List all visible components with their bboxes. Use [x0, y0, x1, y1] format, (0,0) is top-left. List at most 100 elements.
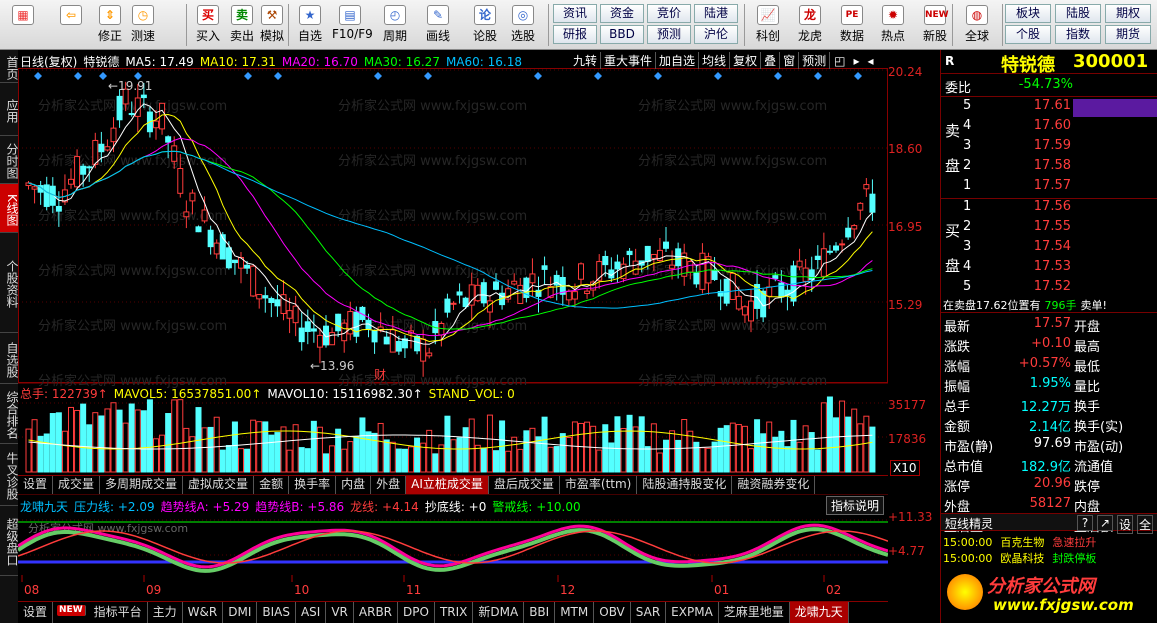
toolbar-selectstock-button[interactable]: ◎ 选股	[505, 3, 541, 47]
quick-button[interactable]: 资讯	[553, 4, 597, 23]
toolbar-arrow-left-button[interactable]: ⇦	[53, 3, 89, 47]
kline-tool[interactable]: 重大事件	[601, 52, 657, 69]
toolbar-lungu-button[interactable]: 论论股	[467, 3, 503, 47]
bid-row[interactable]: 3 17.54	[941, 239, 1157, 259]
toolbar-updown-button[interactable]: ⇕ 修正	[92, 3, 128, 47]
volume-tab[interactable]: AI立桩成交量	[406, 476, 489, 494]
quick-button[interactable]: 竞价	[647, 4, 691, 23]
toolbar-star-button[interactable]: ★ 自选	[292, 3, 328, 47]
toolbar-pe-button[interactable]: PE 数据	[832, 3, 872, 47]
elves-tool-icon[interactable]: ↗	[1097, 515, 1113, 531]
indicator-tab[interactable]: ARBR	[354, 602, 399, 623]
toolbar-grid-button[interactable]: ▦	[5, 3, 41, 47]
volume-tab[interactable]: 盘后成交量	[489, 476, 560, 494]
quick-button[interactable]: 期货	[1105, 25, 1151, 44]
elves-tool-icon[interactable]: ?	[1077, 515, 1093, 531]
toolbar-hammer-button[interactable]: ⚒ 模拟	[254, 3, 290, 47]
toolbar-buy-button[interactable]: 买买入	[190, 3, 226, 47]
ask-row[interactable]: 2 17.58	[941, 158, 1157, 178]
indicator-tab[interactable]: 新DMA	[473, 602, 525, 623]
quick-button[interactable]: 板块	[1005, 4, 1051, 23]
toolbar-clock-button[interactable]: ◷ 测速	[125, 3, 161, 47]
kline-tool[interactable]: 叠	[761, 52, 781, 69]
volume-tab[interactable]: 虚拟成交量	[183, 476, 255, 494]
chart-svg[interactable]: 分析家公式网 www.fxjgsw.com 分析家公式网 www.fxjgsw.c…	[18, 50, 888, 623]
indicator-tab[interactable]: BIAS	[257, 602, 296, 623]
indicator-tab[interactable]: EXPMA	[666, 602, 719, 623]
volume-tab[interactable]: 外盘	[371, 476, 407, 494]
kline-nav-icon[interactable]: ◰	[830, 54, 849, 68]
quick-button[interactable]: 预测	[647, 25, 691, 44]
toolbar-new-button[interactable]: NEW 新股	[915, 3, 955, 47]
indicator-tab[interactable]: 龙啸九天	[789, 602, 849, 623]
nav-8[interactable]: 超级盘口	[0, 506, 19, 576]
kline-tool[interactable]: 九转	[570, 52, 602, 69]
ask-row[interactable]: 4 17.60	[941, 118, 1157, 138]
indicator-tab[interactable]: BBI	[524, 602, 556, 623]
elves-tool-icon[interactable]: 设	[1117, 515, 1133, 534]
nav-6[interactable]: 综合排名	[0, 384, 19, 444]
nav-4[interactable]: 个股资料	[0, 233, 19, 333]
kline-tool[interactable]: 复权	[730, 52, 762, 69]
bid-row[interactable]: 2 17.55	[941, 219, 1157, 239]
elves-item[interactable]: 15:00:00 百克生物 急速拉升	[943, 534, 1096, 550]
indicator-tab[interactable]: TRIX	[435, 602, 474, 623]
kline-tool[interactable]: 窗	[780, 52, 800, 69]
quick-button[interactable]: 陆股	[1055, 4, 1101, 23]
indicator-tab[interactable]: ASI	[296, 602, 327, 623]
volume-tab[interactable]: 融资融券变化	[732, 476, 816, 494]
toolbar-f10-button[interactable]: ▤ F10/F9	[332, 3, 373, 47]
indicator-tab[interactable]: 指标平台	[89, 602, 148, 623]
toolbar-fire-button[interactable]: ✹ 热点	[873, 3, 913, 47]
kline-tool[interactable]: 均线	[699, 52, 731, 69]
kline-tool[interactable]: 预测	[799, 52, 831, 69]
ask-row[interactable]: 1 17.57	[941, 178, 1157, 198]
kline-tool[interactable]: 加自选	[656, 52, 700, 69]
indicator-tab[interactable]: 设置	[18, 602, 54, 623]
ask-row[interactable]: 3 17.59	[941, 138, 1157, 158]
nav-1[interactable]: 应用	[0, 83, 19, 136]
volume-tab[interactable]: 成交量	[53, 476, 101, 494]
volume-tab[interactable]: 换手率	[289, 476, 337, 494]
quick-button[interactable]: 个股	[1005, 25, 1051, 44]
toolbar-dragon-button[interactable]: 龙龙虎	[790, 3, 830, 47]
quick-button[interactable]: 期权	[1105, 4, 1151, 23]
toolbar-pen-button[interactable]: ✎ 画线	[420, 3, 456, 47]
volume-tab[interactable]: 设置	[18, 476, 54, 494]
indicator-tab[interactable]: DPO	[398, 602, 435, 623]
period-label[interactable]: 日线(复权)	[20, 53, 77, 70]
ask-row[interactable]: 5 17.61	[941, 98, 1157, 118]
toolbar-chart-button[interactable]: 📈 科创	[748, 3, 788, 47]
chart-area[interactable]: 分析家公式网 www.fxjgsw.com 分析家公式网 www.fxjgsw.c…	[18, 50, 888, 623]
indicator-explain-button[interactable]: 指标说明	[826, 496, 885, 515]
bid-row[interactable]: 5 17.52	[941, 279, 1157, 299]
quick-button[interactable]: 沪伦	[694, 25, 738, 44]
bid-row[interactable]: 1 17.56	[941, 199, 1157, 219]
quick-button[interactable]: 资金	[600, 4, 644, 23]
indicator-tab[interactable]: SAR	[631, 602, 667, 623]
indicator-tab[interactable]: W&R	[183, 602, 224, 623]
indicator-tab[interactable]: DMI	[223, 602, 258, 623]
kline-nav-icon[interactable]: ◂	[864, 54, 878, 68]
quick-button[interactable]: 指数	[1055, 25, 1101, 44]
indicator-tab[interactable]: 芝麻里地量	[719, 602, 790, 623]
nav-3[interactable]: K线图	[0, 184, 19, 233]
toolbar-globe-button[interactable]: ◍ 全球	[957, 3, 997, 47]
indicator-tab[interactable]: MTM	[555, 602, 595, 623]
volume-tab[interactable]: 内盘	[336, 476, 372, 494]
toolbar-period-button[interactable]: ◴ 周期	[377, 3, 413, 47]
volume-tab[interactable]: 金额	[254, 476, 290, 494]
elves-tool-icon[interactable]: 全	[1137, 515, 1153, 534]
volume-tab[interactable]: 多周期成交量	[100, 476, 184, 494]
nav-7[interactable]: 牛叉诊股	[0, 444, 19, 506]
bid-row[interactable]: 4 17.53	[941, 259, 1157, 279]
nav-5[interactable]: 自选股	[0, 333, 19, 384]
volume-tab[interactable]: 市盈率(ttm)	[560, 476, 638, 494]
indicator-tab[interactable]: VR	[326, 602, 354, 623]
quick-button[interactable]: BBD	[600, 25, 644, 44]
elves-item[interactable]: 15:00:00 欧晶科技 封跌停板	[943, 550, 1096, 566]
quick-button[interactable]: 陆港	[694, 4, 738, 23]
indicator-tab[interactable]: OBV	[594, 602, 631, 623]
nav-0[interactable]: 首页	[0, 50, 19, 83]
nav-2[interactable]: 分时图	[0, 136, 19, 184]
